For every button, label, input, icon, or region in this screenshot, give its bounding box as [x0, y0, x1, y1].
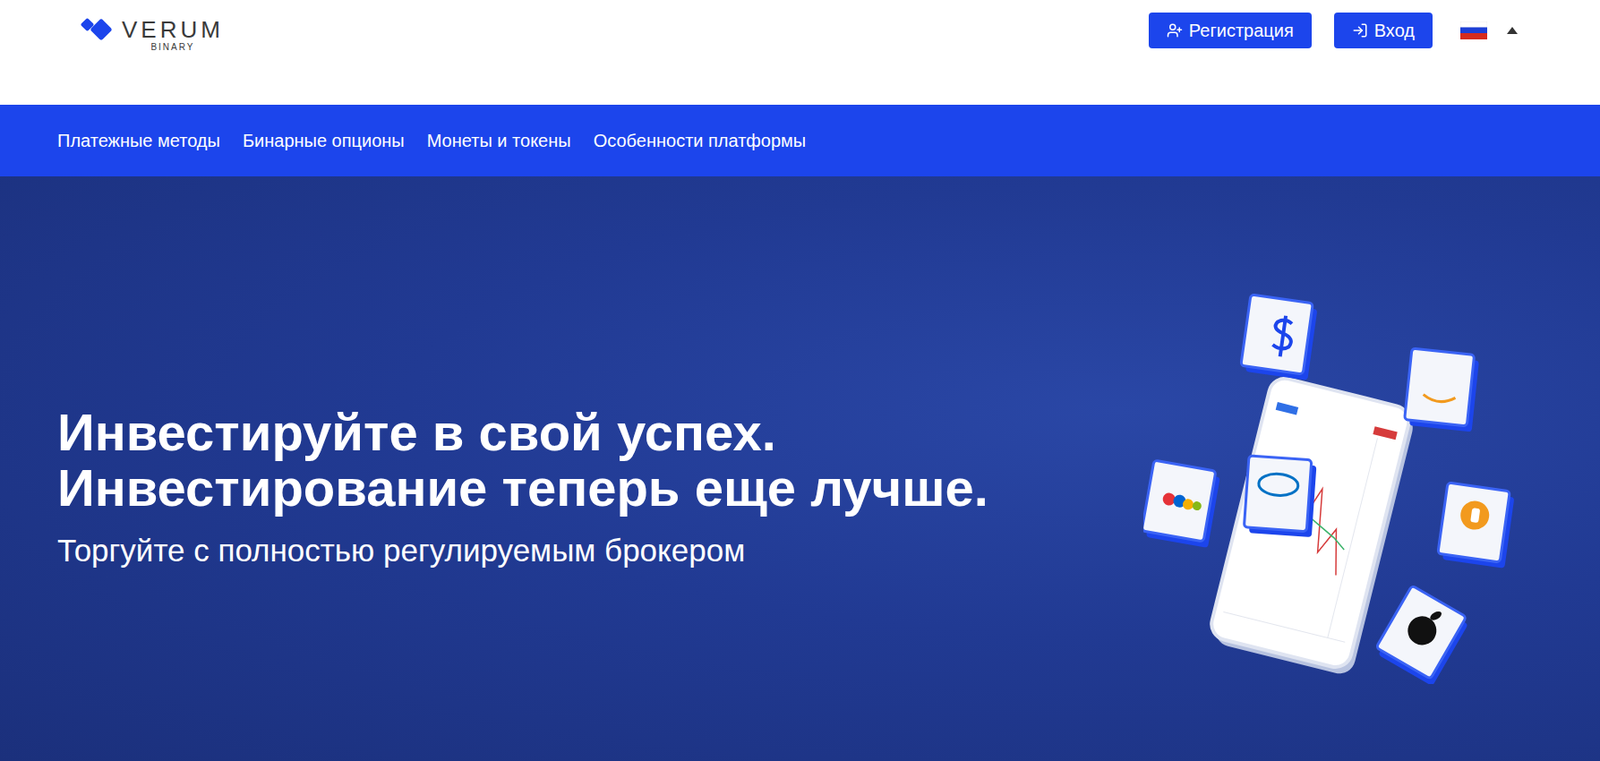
- nav-item[interactable]: Бинарные опционы: [242, 130, 405, 152]
- trading-app-illustration: [1143, 290, 1538, 685]
- intel-card: [1243, 455, 1318, 538]
- hero-subtitle: Торгуйте с полностью регулируемым брокер…: [57, 531, 989, 570]
- hero-title: Инвестируйте в свой успех.Инвестирование…: [57, 404, 989, 516]
- logo-text: VERUMBINARY: [121, 17, 224, 52]
- register-button[interactable]: Регистрация: [1148, 12, 1312, 49]
- nav-item[interactable]: Платежные методы: [57, 130, 221, 152]
- user-plus-icon: [1166, 22, 1183, 39]
- dollar-card: [1240, 294, 1318, 381]
- language-switch[interactable]: [1460, 21, 1518, 40]
- page: VERUMBINARY Регистрация Вход Платежные мето…: [0, 0, 1600, 761]
- caret-up-icon: [1506, 26, 1518, 35]
- nav-item[interactable]: Монеты и токены: [427, 130, 572, 152]
- hero-text: Инвестируйте в свой успех.Инвестирование…: [57, 404, 989, 570]
- login-button[interactable]: Вход: [1334, 12, 1433, 49]
- nav-item[interactable]: Особенности платформы: [593, 130, 807, 152]
- header: VERUMBINARY Регистрация Вход: [0, 0, 1600, 105]
- header-actions: Регистрация Вход: [1148, 10, 1518, 49]
- apple-card: [1373, 585, 1472, 685]
- amazon-card: [1403, 348, 1481, 432]
- main-nav: Платежные методы Бинарные опционы Монеты и…: [0, 104, 1600, 177]
- ebay-card: [1143, 460, 1222, 548]
- hero: Инвестируйте в свой успех.Инвестирование…: [0, 176, 1600, 761]
- logo-name: VERUM: [121, 17, 224, 42]
- logo[interactable]: VERUMBINARY: [80, 10, 224, 52]
- login-icon: [1351, 22, 1369, 39]
- logo-icon: [80, 16, 120, 47]
- russia-flag-icon: [1460, 21, 1488, 40]
- logo-tagline: BINARY: [150, 42, 195, 52]
- bitcoin-card: [1437, 482, 1515, 569]
- hero-illustration: [1143, 290, 1538, 685]
